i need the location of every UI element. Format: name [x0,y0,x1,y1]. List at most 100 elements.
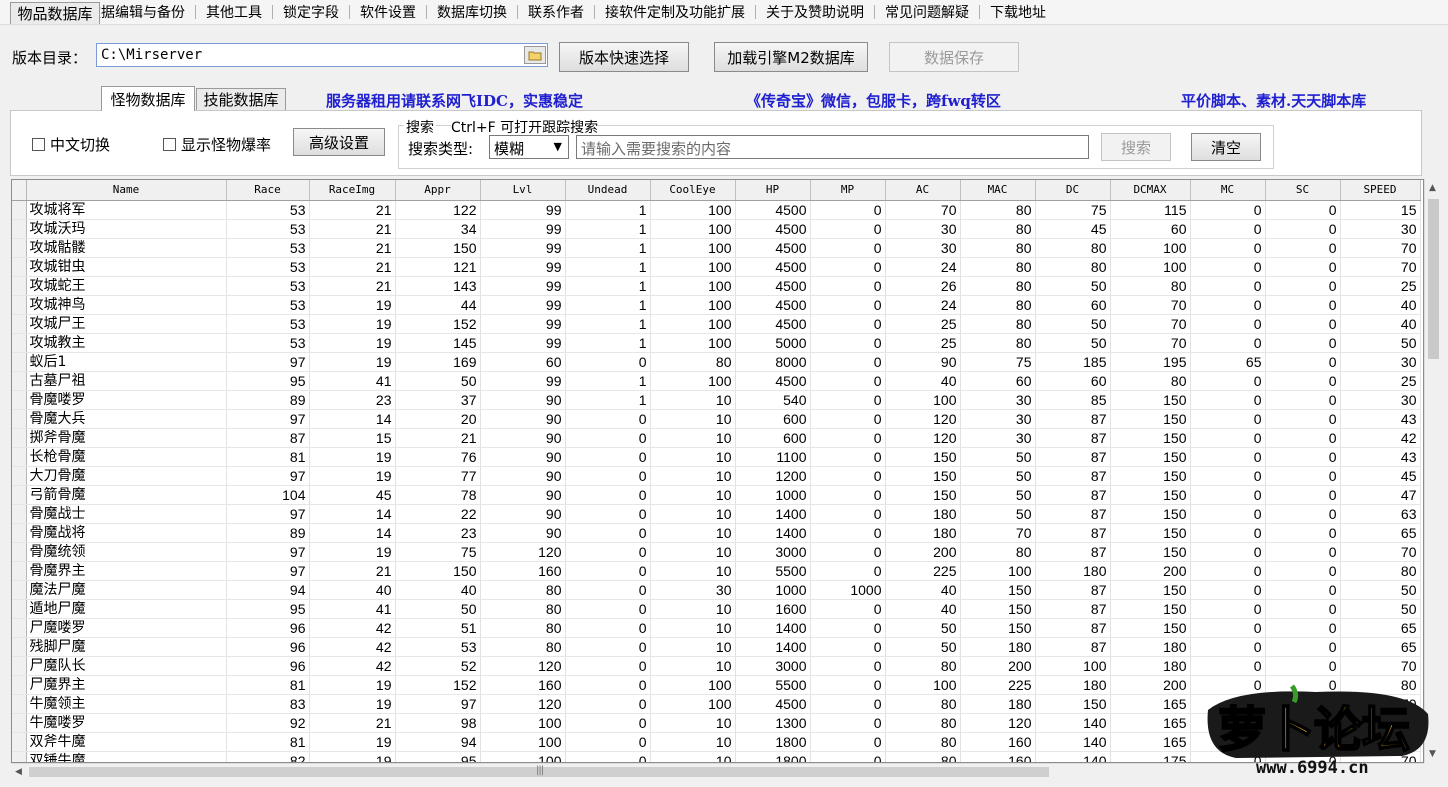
row-indicator[interactable] [12,371,27,391]
row-indicator[interactable] [12,523,27,543]
table-cell[interactable]: 50 [395,599,481,619]
table-cell[interactable]: 19 [309,314,396,334]
table-cell[interactable]: 80 [960,257,1036,277]
table-cell[interactable]: 180 [885,504,961,524]
table-cell[interactable]: 0 [565,637,651,657]
row-indicator[interactable] [12,618,27,638]
table-cell[interactable]: 98 [395,713,481,733]
table-cell[interactable]: 0 [1190,732,1266,752]
table-cell[interactable]: 21 [309,238,396,258]
table-cell[interactable]: 70 [960,523,1036,543]
row-indicator[interactable] [12,542,27,562]
table-cell[interactable]: 195 [1110,352,1191,372]
table-row[interactable]: 攻城尸王 53 19 152 99 1 100 4500 0 25 80 50 70 0 0 40 [12,314,1421,334]
table-cell[interactable]: 1 [565,238,651,258]
table-cell[interactable]: 21 [395,428,481,448]
table-cell[interactable]: 0 [1265,485,1341,505]
table-cell[interactable]: 0 [1265,447,1341,467]
table-cell[interactable]: 87 [1035,409,1111,429]
table-cell[interactable]: 0 [810,276,886,296]
table-cell[interactable]: 40 [309,580,396,600]
table-cell[interactable]: 0 [1190,523,1266,543]
monster-name-cell[interactable]: 残脚尸魔 [26,637,227,657]
row-indicator[interactable] [12,390,27,410]
table-cell[interactable]: 165 [1110,713,1191,733]
row-indicator[interactable] [12,238,27,258]
table-cell[interactable]: 53 [395,637,481,657]
column-header[interactable]: SPEED [1340,180,1421,201]
table-cell[interactable]: 97 [395,694,481,714]
table-cell[interactable]: 10 [650,466,736,486]
table-row[interactable]: 攻城蛇王 53 21 143 99 1 100 4500 0 26 80 50 80 0 0 25 [12,276,1421,296]
table-cell[interactable]: 0 [1265,428,1341,448]
table-cell[interactable]: 63 [1340,504,1421,524]
column-header[interactable]: DCMAX [1110,180,1191,201]
table-row[interactable]: 骨魔大兵 97 14 20 90 0 10 600 0 120 30 87 150 0 0 43 [12,409,1421,429]
table-cell[interactable]: 100 [650,371,736,391]
table-cell[interactable]: 0 [810,200,886,220]
table-cell[interactable]: 120 [885,409,961,429]
row-indicator[interactable] [12,276,27,296]
table-cell[interactable]: 50 [960,447,1036,467]
table-row[interactable]: 骨魔战士 97 14 22 90 0 10 1400 0 180 50 87 150 0 0 63 [12,504,1421,524]
table-cell[interactable]: 0 [1190,238,1266,258]
table-cell[interactable]: 4500 [735,694,811,714]
table-cell[interactable]: 0 [810,694,886,714]
table-cell[interactable]: 100 [480,751,566,762]
table-cell[interactable]: 140 [1035,713,1111,733]
folder-browse-icon[interactable] [524,46,546,64]
table-cell[interactable]: 10 [650,637,736,657]
table-cell[interactable]: 97 [226,561,310,581]
table-cell[interactable]: 0 [810,504,886,524]
table-cell[interactable]: 82 [226,751,310,762]
table-cell[interactable]: 80 [960,276,1036,296]
vertical-scroll-thumb[interactable] [1428,199,1439,359]
scroll-down-icon[interactable]: ▼ [1429,749,1436,759]
table-cell[interactable]: 70 [1340,713,1421,733]
menu-item[interactable]: 数据库切换 [427,2,517,22]
table-cell[interactable]: 70 [1110,333,1191,353]
table-cell[interactable]: 53 [226,314,310,334]
column-header[interactable]: CoolEye [650,180,736,201]
table-cell[interactable]: 78 [395,485,481,505]
table-cell[interactable]: 1000 [735,580,811,600]
table-cell[interactable]: 1400 [735,618,811,638]
table-cell[interactable]: 80 [960,238,1036,258]
table-cell[interactable]: 81 [226,447,310,467]
table-cell[interactable]: 145 [395,333,481,353]
row-indicator[interactable] [12,637,27,657]
table-cell[interactable]: 150 [960,618,1036,638]
column-header[interactable]: MAC [960,180,1036,201]
table-row[interactable]: 骨魔统领 97 19 75 120 0 10 3000 0 200 80 87 150 0 0 70 [12,542,1421,562]
table-cell[interactable]: 60 [960,371,1036,391]
table-cell[interactable]: 0 [1265,542,1341,562]
monster-name-cell[interactable]: 攻城骷髅 [26,238,227,258]
search-input[interactable]: 请输入需要搜索的内容 [576,135,1089,159]
table-cell[interactable]: 30 [885,219,961,239]
table-cell[interactable]: 19 [309,694,396,714]
table-cell[interactable]: 96 [226,637,310,657]
vertical-scrollbar[interactable]: ▲ ▼ [1424,179,1442,763]
table-cell[interactable]: 95 [226,371,310,391]
row-indicator[interactable] [12,257,27,277]
table-cell[interactable]: 140 [1035,732,1111,752]
table-cell[interactable]: 100 [650,200,736,220]
table-cell[interactable]: 80 [960,542,1036,562]
table-cell[interactable]: 30 [960,409,1036,429]
table-cell[interactable]: 0 [810,656,886,676]
table-cell[interactable]: 87 [226,428,310,448]
table-cell[interactable]: 45 [309,485,396,505]
table-cell[interactable]: 150 [1110,599,1191,619]
row-indicator[interactable] [12,694,27,714]
table-row[interactable]: 双锤牛魔 82 19 95 100 0 10 1800 0 80 160 140 175 0 0 70 [12,751,1421,762]
table-cell[interactable]: 99 [480,371,566,391]
tab-monsters-db[interactable]: 怪物数据库 [101,86,195,111]
table-cell[interactable]: 0 [1265,618,1341,638]
table-cell[interactable]: 0 [1265,295,1341,315]
table-cell[interactable]: 60 [1035,295,1111,315]
table-cell[interactable]: 21 [309,561,396,581]
table-cell[interactable]: 0 [810,352,886,372]
table-cell[interactable]: 30 [960,428,1036,448]
table-row[interactable]: 攻城钳虫 53 21 121 99 1 100 4500 0 24 80 80 100 0 0 70 [12,257,1421,277]
table-cell[interactable]: 19 [309,751,396,762]
